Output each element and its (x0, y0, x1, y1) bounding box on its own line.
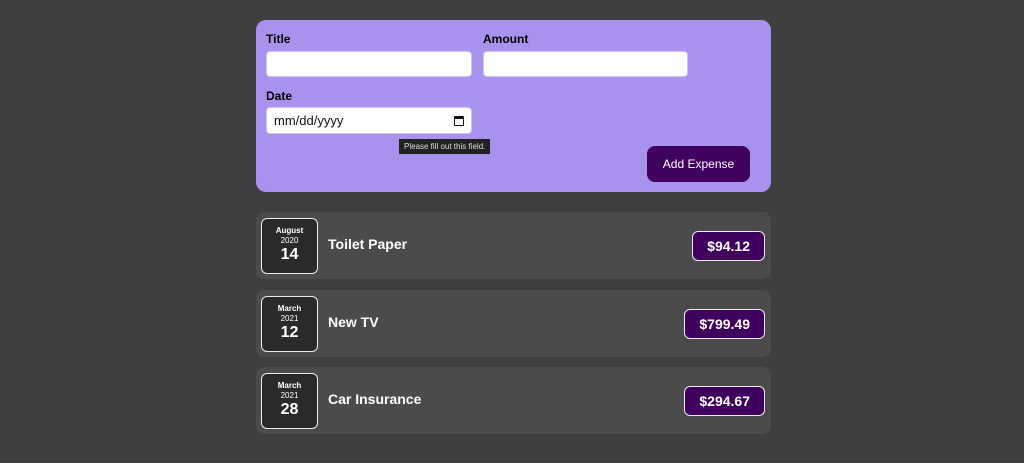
date-label: Date (266, 89, 293, 103)
amount-label: Amount (483, 32, 529, 46)
expense-year: 2020 (280, 236, 299, 245)
expense-item: March 2021 12 New TV $799.49 (256, 290, 771, 357)
expense-title: New TV (328, 314, 379, 330)
expense-title: Toilet Paper (328, 236, 408, 252)
expense-date: March 2021 12 (261, 296, 318, 352)
expense-year: 2021 (280, 391, 299, 400)
expense-amount: $94.12 (692, 231, 765, 261)
expense-date: August 2020 14 (261, 218, 318, 274)
date-placeholder: mm/dd/yyyy (274, 113, 344, 128)
amount-input[interactable] (483, 51, 688, 77)
calendar-icon[interactable] (454, 115, 464, 126)
expense-month: August (275, 226, 304, 235)
date-input[interactable]: mm/dd/yyyy (266, 107, 472, 134)
new-expense-form: Title Amount Date mm/dd/yyyy Please fill… (256, 20, 771, 192)
expense-day: 14 (280, 246, 299, 263)
expense-amount: $799.49 (684, 309, 765, 339)
expense-year: 2021 (280, 314, 299, 323)
expense-item: August 2020 14 Toilet Paper $94.12 (256, 212, 771, 279)
add-expense-button[interactable]: Add Expense (647, 146, 750, 182)
expense-item: March 2021 28 Car Insurance $294.67 (256, 367, 771, 434)
expense-date: March 2021 28 (261, 373, 318, 429)
expense-month: March (277, 381, 302, 390)
validation-tooltip: Please fill out this field. (399, 139, 491, 154)
title-label: Title (266, 32, 291, 46)
expense-title: Car Insurance (328, 391, 422, 407)
expense-month: March (277, 304, 302, 313)
expense-day: 12 (280, 324, 299, 341)
title-input[interactable] (266, 51, 472, 77)
expense-day: 28 (280, 401, 299, 418)
expense-amount: $294.67 (684, 386, 765, 416)
